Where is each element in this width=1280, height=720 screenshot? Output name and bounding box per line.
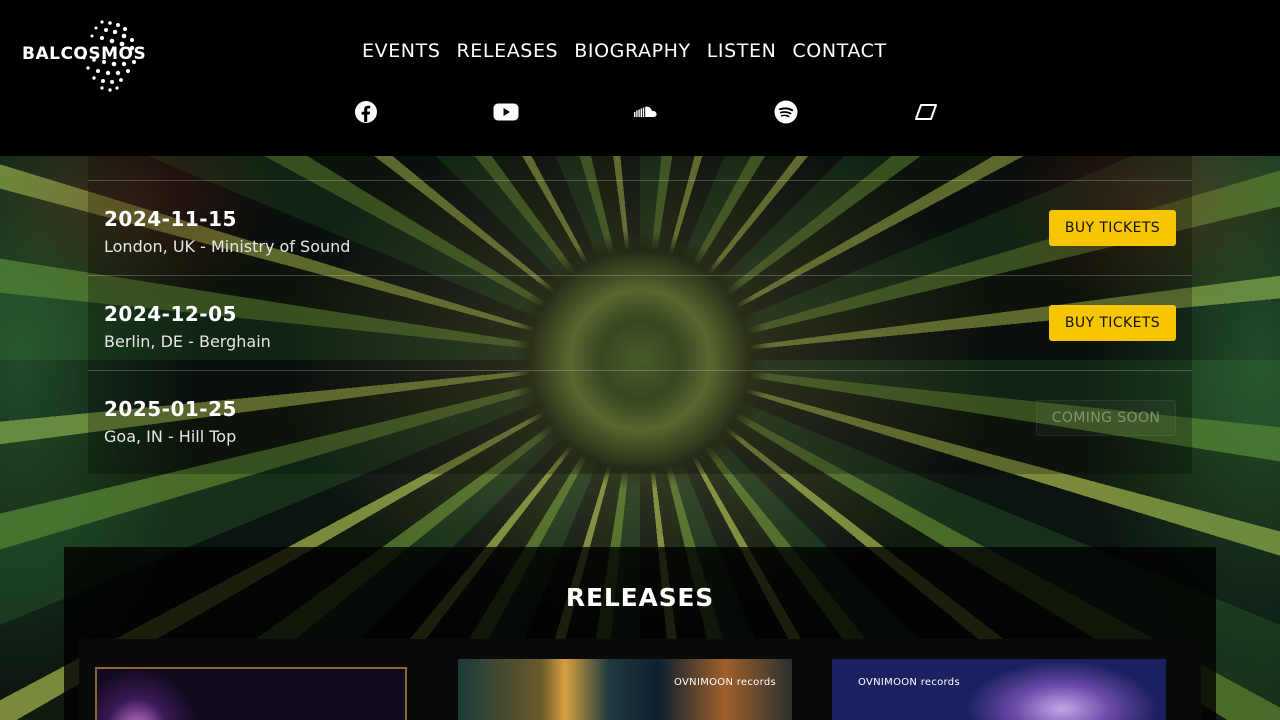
event-venue: London, UK - Ministry of Sound: [104, 237, 351, 256]
nav-events[interactable]: EVENTS: [354, 38, 449, 64]
coming-soon-badge: COMING SOON: [1036, 400, 1176, 436]
nav-biography[interactable]: BIOGRAPHY: [566, 38, 699, 64]
releases-grid: OVNIMOON records OVNIMOON records: [79, 639, 1201, 720]
releases-section: RELEASES OVNIMOON records OVNIMOON recor…: [64, 547, 1216, 720]
nav-releases[interactable]: RELEASES: [449, 38, 567, 64]
brand-name: BALCOSMOS: [22, 44, 147, 64]
releases-title: RELEASES: [565, 583, 715, 612]
events-list: 2024-11-15 London, UK - Ministry of Soun…: [88, 156, 1192, 474]
event-date: 2024-11-15: [104, 207, 237, 231]
site-header: BALCOSMOS EVENTS RELEASES BIOGRAPHY LIST…: [0, 0, 1280, 156]
soundcloud-icon[interactable]: [633, 100, 659, 124]
nav-listen[interactable]: LISTEN: [699, 38, 785, 64]
site-logo[interactable]: BALCOSMOS: [22, 16, 146, 96]
spotify-icon[interactable]: [774, 100, 798, 124]
beatport-icon[interactable]: [914, 100, 938, 124]
nav-contact[interactable]: CONTACT: [784, 38, 894, 64]
ovnimoon-records-logo: OVNIMOON records: [858, 677, 960, 688]
release-cover-3[interactable]: OVNIMOON records: [832, 659, 1166, 720]
buy-tickets-button[interactable]: BUY TICKETS: [1049, 210, 1176, 246]
ovnimoon-records-logo: OVNIMOON records: [674, 677, 776, 688]
release-cover-1[interactable]: [95, 667, 407, 720]
event-venue: Goa, IN - Hill Top: [104, 427, 237, 446]
event-row: 2024-12-05 Berlin, DE - Berghain BUY TIC…: [88, 275, 1192, 370]
release-cover-2[interactable]: OVNIMOON records: [458, 659, 792, 720]
event-row: 2024-11-15 London, UK - Ministry of Soun…: [88, 180, 1192, 275]
youtube-icon[interactable]: [493, 100, 519, 124]
event-venue: Berlin, DE - Berghain: [104, 332, 271, 351]
event-date: 2025-01-25: [104, 397, 237, 421]
event-row: 2025-01-25 Goa, IN - Hill Top COMING SOO…: [88, 370, 1192, 465]
facebook-icon[interactable]: [354, 100, 378, 124]
event-date: 2024-12-05: [104, 302, 237, 326]
main-navigation: EVENTS RELEASES BIOGRAPHY LISTEN CONTACT: [354, 38, 895, 64]
social-links: [0, 100, 1280, 126]
buy-tickets-button[interactable]: BUY TICKETS: [1049, 305, 1176, 341]
coming-soon-label: COMING SOON: [1051, 410, 1161, 426]
